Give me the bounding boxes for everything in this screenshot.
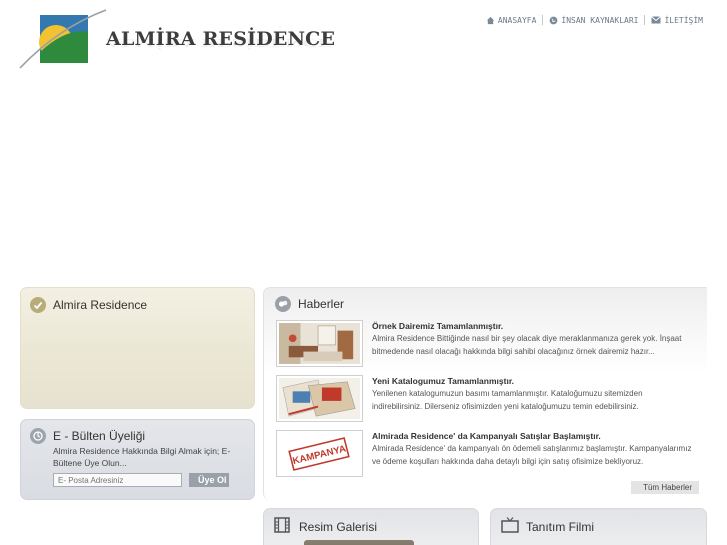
- about-panel-title: Almira Residence: [53, 298, 148, 312]
- almira-logo-mark-icon: [19, 9, 107, 69]
- logo-reflection: ALMİRA RESİDENCE: [106, 35, 332, 49]
- news-headline[interactable]: Örnek Dairemiz Tamamlanmıştır.: [372, 321, 503, 331]
- news-body: Yenilenen katalogumuzun basımı tamamlanm…: [372, 389, 643, 411]
- nav-human-resources-label: İNSAN KAYNAKLARI: [561, 15, 639, 25]
- all-news-link[interactable]: Tüm Haberler: [631, 481, 699, 494]
- tv-icon: [501, 517, 519, 533]
- nav-divider: [644, 15, 646, 25]
- news-title: Haberler: [298, 297, 345, 311]
- nav-divider: [542, 15, 544, 25]
- news-thumbnail[interactable]: [276, 320, 363, 367]
- mail-icon: [651, 16, 662, 24]
- news-item[interactable]: Yeni Katalogumuz Tamamlanmıştır. Yenilen…: [276, 375, 696, 425]
- interior-photo-icon: [279, 323, 360, 364]
- nav-contact-label: İLETİŞİM: [664, 15, 703, 25]
- newsletter-panel: E - Bülten Üyeliği Almira Residence Hakk…: [20, 419, 255, 500]
- news-body: Almira Residence Bittiğinde nasıl bir şe…: [372, 334, 682, 356]
- home-icon: [486, 16, 494, 24]
- video-title: Tanıtım Filmi: [526, 520, 595, 534]
- globe-icon: [550, 16, 558, 24]
- nav-home-label: ANASAYFA: [497, 15, 537, 25]
- gallery-panel[interactable]: Resim Galerisi: [263, 508, 479, 545]
- nav-human-resources[interactable]: İNSAN KAYNAKLARI: [549, 16, 638, 25]
- news-body: Almirada Residence' da kampanyalı ön öde…: [372, 444, 692, 466]
- news-item[interactable]: KAMPANYA Almirada Residence' da Kampanya…: [276, 430, 696, 480]
- news-thumbnail[interactable]: [276, 375, 363, 422]
- newsletter-description: Almira Residence Hakkında Bilgi Almak iç…: [53, 446, 231, 468]
- news-headline[interactable]: Yeni Katalogumuz Tamamlanmıştır.: [372, 376, 514, 386]
- catalog-photo-icon: [279, 378, 360, 419]
- site-logo[interactable]: ALMİRA RESİDENCE ALMİRA RESİDENCE: [18, 8, 335, 72]
- gallery-preview-image[interactable]: [304, 540, 414, 545]
- gallery-title: Resim Galerisi: [299, 520, 378, 534]
- news-headline[interactable]: Almirada Residence' da Kampanyalı Satışl…: [372, 431, 601, 441]
- news-item[interactable]: Örnek Dairemiz Tamamlanmıştır. Almira Re…: [276, 320, 696, 370]
- news-thumbnail[interactable]: KAMPANYA: [276, 430, 363, 477]
- nav-home[interactable]: ANASAYFA: [486, 15, 537, 25]
- subscribe-button[interactable]: Üye Ol: [189, 473, 229, 487]
- top-navigation: ANASAYFA İNSAN KAYNAKLARI İLETİŞİM: [486, 15, 703, 25]
- news-panel: Haberler Örnek Dairemiz Tamamlanmıştır. …: [263, 287, 707, 500]
- kampanya-stamp-icon: KAMPANYA: [279, 433, 360, 474]
- about-panel: Almira Residence: [20, 287, 255, 409]
- film-strip-icon: [274, 517, 290, 533]
- chat-bubbles-icon: [275, 296, 291, 312]
- video-panel[interactable]: Tanıtım Filmi: [490, 508, 707, 545]
- nav-contact[interactable]: İLETİŞİM: [651, 16, 703, 25]
- email-input[interactable]: [53, 473, 182, 487]
- check-circle-icon: [30, 297, 46, 313]
- newsletter-title: E - Bülten Üyeliği: [53, 429, 146, 443]
- newsletter-icon: [30, 428, 46, 444]
